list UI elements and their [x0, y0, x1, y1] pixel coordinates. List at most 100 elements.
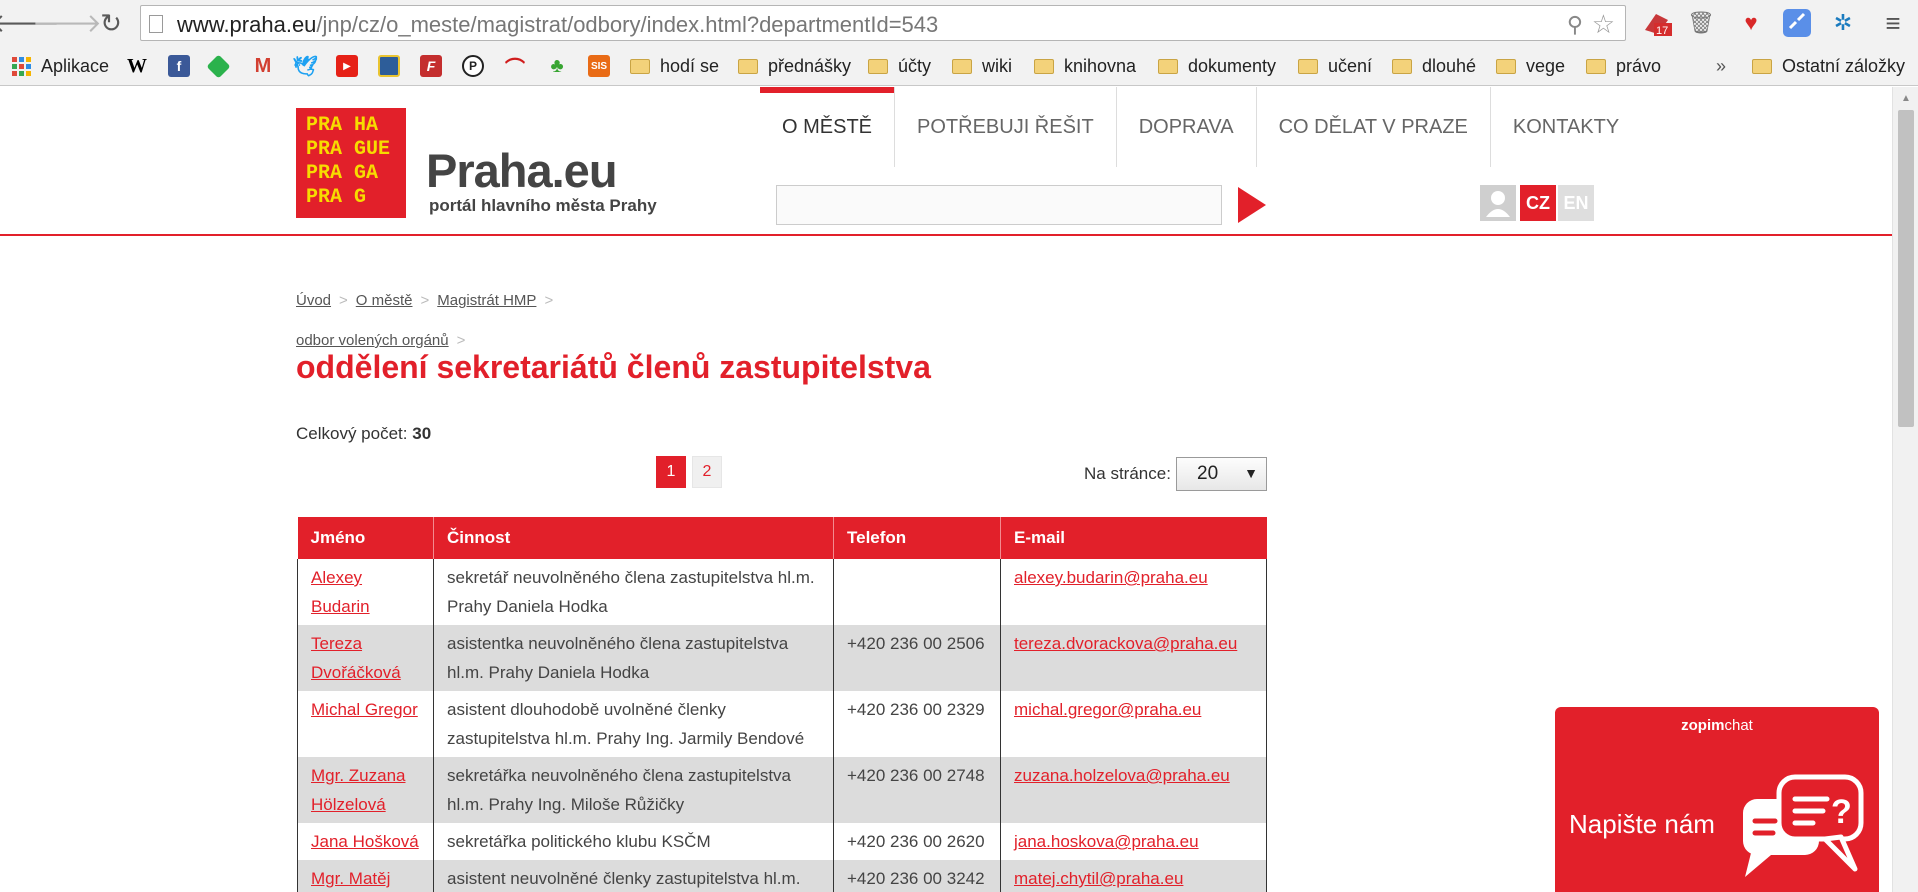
email-link[interactable]: alexey.budarin@praha.eu — [1014, 568, 1208, 587]
address-bar[interactable]: www.praha.eu/jnp/cz/o_meste/magistrat/od… — [140, 5, 1626, 41]
bookmark-folder[interactable]: hodí se — [630, 54, 719, 78]
bookmarks-bar: Aplikace W f M 🕊 ▶ F P ⌒ ♣ SIS hodí se p… — [0, 46, 1918, 86]
email-link[interactable]: zuzana.holzelova@praha.eu — [1014, 766, 1230, 785]
bookmark-arc[interactable]: ⌒ — [504, 54, 526, 80]
breadcrumb-uvod[interactable]: Úvod — [296, 292, 331, 309]
bookmark-folder[interactable]: dlouhé — [1392, 54, 1476, 78]
bookmark-folder[interactable]: knihovna — [1034, 54, 1136, 78]
bookmark-label: přednášky — [768, 55, 852, 76]
cell-phone — [833, 559, 1001, 625]
url-path: /jnp/cz/o_meste/magistrat/odbory/index.h… — [316, 12, 939, 37]
lang-cz-button[interactable]: CZ — [1520, 185, 1556, 221]
nav-item-doprava[interactable]: DOPRAVA — [1115, 87, 1256, 167]
bookmark-facebook[interactable]: f — [168, 54, 190, 78]
person-name-link[interactable]: Michal Gregor — [311, 700, 418, 719]
page-title: oddělení sekretariátů členů zastupitelst… — [296, 349, 931, 385]
bookmark-frog[interactable]: ♣ — [546, 54, 568, 78]
chat-bubble-icon: ? — [1743, 774, 1864, 877]
folder-icon — [1752, 58, 1772, 74]
menu-icon[interactable]: ≡ — [1878, 8, 1908, 38]
per-page-select[interactable]: 20 ▼ — [1176, 457, 1267, 491]
page-2-button[interactable]: 2 — [692, 456, 722, 488]
bookmark-folder[interactable]: právo — [1586, 54, 1661, 78]
nav-item-o-meste[interactable]: O MĚSTĚ — [760, 87, 895, 167]
email-link[interactable]: jana.hoskova@praha.eu — [1014, 832, 1199, 851]
bookmark-pirate[interactable]: P — [462, 54, 484, 78]
email-link[interactable]: michal.gregor@praha.eu — [1014, 700, 1201, 719]
breadcrumb-separator: > — [544, 292, 554, 309]
person-name-link[interactable]: Mgr. Matěj Chytil — [311, 869, 390, 892]
bookmark-news[interactable] — [378, 54, 400, 78]
heart-icon[interactable]: ♥ — [1736, 8, 1766, 38]
bookmark-gmail[interactable]: M — [252, 54, 274, 78]
user-login-button[interactable] — [1480, 185, 1516, 221]
user-icon — [1486, 191, 1510, 217]
bookmark-twitter[interactable]: 🕊 — [292, 54, 317, 78]
email-link[interactable]: matej.chytil@praha.eu — [1014, 869, 1183, 888]
bookmark-folder[interactable]: wiki — [952, 54, 1012, 78]
zoom-icon[interactable]: ⚲ — [1567, 12, 1583, 38]
bookmark-folder[interactable]: účty — [868, 54, 931, 78]
cell-activity: asistentka neuvolněného člena zastupitel… — [433, 625, 834, 691]
extension-badge: 17 — [1656, 25, 1668, 37]
bookmark-label: právo — [1616, 55, 1662, 76]
trash-icon[interactable]: 🗑 — [1686, 8, 1716, 38]
folder-icon — [1586, 58, 1606, 74]
bookmark-pinboard[interactable]: F — [420, 54, 442, 78]
cell-activity: asistent neuvolněné členky zastupitelstv… — [433, 860, 834, 892]
network-icon[interactable]: ✲ — [1828, 8, 1858, 38]
bookmark-label: učení — [1328, 55, 1373, 76]
page-1-button[interactable]: 1 — [656, 456, 686, 488]
bookmark-wikipedia[interactable]: W — [126, 54, 148, 78]
bookmark-sis[interactable]: SIS — [588, 54, 610, 78]
chat-cta-text[interactable]: Napište nám — [1569, 809, 1715, 840]
email-link[interactable]: tereza.dvorackova@praha.eu — [1014, 634, 1237, 653]
nav-item-co-delat[interactable]: CO DĚLAT V PRAZE — [1255, 87, 1490, 167]
person-name-link[interactable]: Alexey Budarin — [311, 568, 370, 616]
site-search-input[interactable] — [776, 185, 1222, 225]
nav-item-potrebuji-resit[interactable]: POTŘEBUJI ŘEŠIT — [894, 87, 1116, 167]
logo-text: PRA HA PRA GUE PRA GA PRA G — [306, 114, 391, 209]
folder-icon — [868, 58, 888, 74]
person-name-link[interactable]: Mgr. Zuzana Hölzelová — [311, 766, 406, 814]
breadcrumb-o-meste[interactable]: O městě — [356, 292, 413, 309]
search-submit-button[interactable] — [1234, 185, 1266, 225]
reload-button[interactable]: ↻ — [96, 8, 126, 38]
link-icon[interactable] — [1782, 8, 1812, 38]
extension-icon[interactable]: 17 — [1642, 8, 1672, 38]
forward-button[interactable]: 🡒 — [32, 8, 102, 38]
pagination: 1 2 — [656, 456, 722, 488]
bookmark-folder[interactable]: přednášky — [738, 54, 851, 78]
cell-phone: +420 236 00 2748 — [833, 757, 1001, 823]
bookmarks-overflow-button[interactable]: » — [1716, 54, 1726, 78]
bookmark-folder[interactable]: dokumenty — [1158, 54, 1276, 78]
praha-logo[interactable]: PRA HA PRA GUE PRA GA PRA G — [296, 108, 406, 218]
site-title[interactable]: Praha.eu — [426, 143, 618, 198]
scrollbar-thumb[interactable] — [1898, 110, 1914, 427]
wikipedia-icon: W — [127, 54, 147, 77]
bookmark-youtube[interactable]: ▶ — [336, 54, 358, 78]
column-header-email: E-mail — [1000, 517, 1267, 559]
breadcrumb-magistrat[interactable]: Magistrát HMP — [437, 292, 536, 309]
nav-item-kontakty[interactable]: KONTAKTY — [1489, 87, 1641, 167]
chat-widget[interactable]: zopimchat Napište nám ? — [1555, 707, 1879, 892]
bookmark-star-icon[interactable]: ☆ — [1592, 9, 1615, 40]
bookmark-folder[interactable]: vege — [1496, 54, 1565, 78]
breadcrumb-odbor[interactable]: odbor volených orgánů — [296, 332, 449, 349]
scroll-up-icon[interactable]: ▲ — [1901, 93, 1911, 104]
bookmark-apps[interactable]: Aplikace — [12, 54, 109, 78]
bookmark-feedly[interactable] — [206, 53, 231, 79]
person-name-link[interactable]: Jana Hošková — [311, 832, 419, 851]
person-name-link[interactable]: Tereza Dvořáčková — [311, 634, 401, 682]
pirate-icon: P — [462, 55, 484, 77]
chat-brand-light: chat — [1724, 717, 1753, 734]
breadcrumb-separator: > — [339, 292, 348, 309]
folder-icon — [630, 58, 650, 74]
bookmark-folder[interactable]: učení — [1298, 54, 1372, 78]
chevron-icon: » — [1716, 55, 1727, 76]
bookmark-other[interactable]: Ostatní záložky — [1752, 54, 1905, 78]
url-text[interactable]: www.praha.eu/jnp/cz/o_meste/magistrat/od… — [177, 12, 938, 38]
lang-en-button[interactable]: EN — [1558, 185, 1594, 221]
page-scrollbar[interactable]: ▲ — [1892, 87, 1918, 892]
folder-icon — [1158, 58, 1178, 74]
